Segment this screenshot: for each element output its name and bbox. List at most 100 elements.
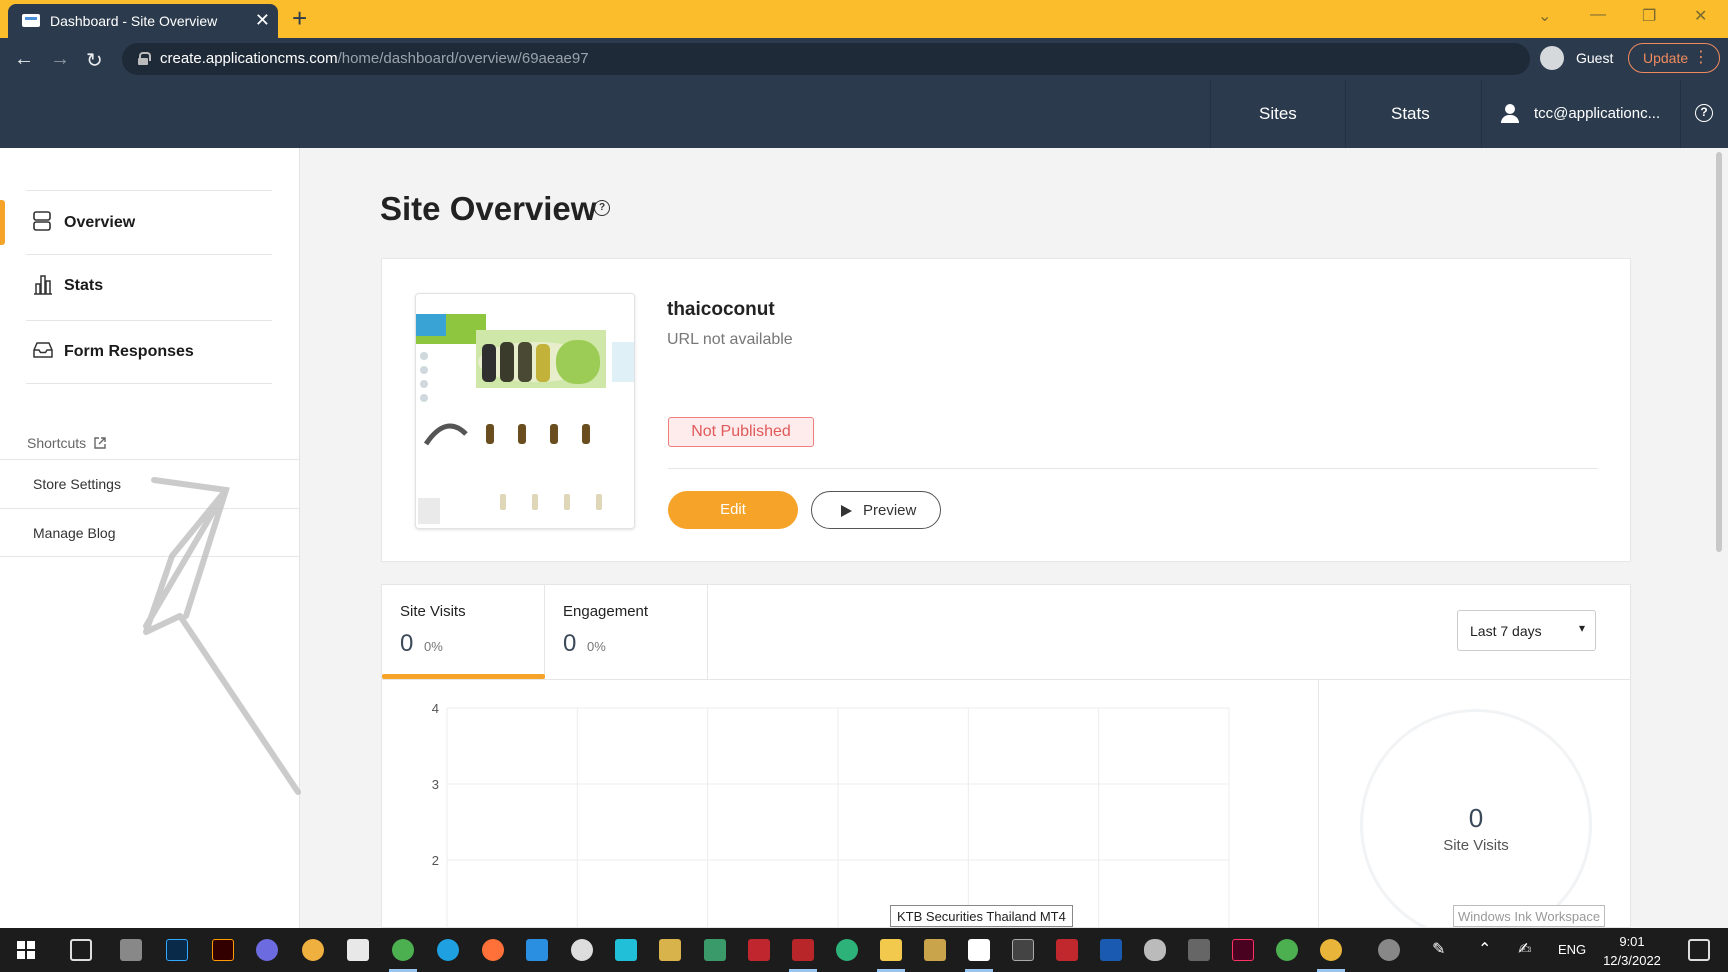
favicon-icon [22, 14, 40, 27]
chrome-icon[interactable] [1276, 939, 1298, 961]
cloud-icon[interactable] [1144, 939, 1166, 961]
firefox-icon[interactable] [482, 939, 504, 961]
sidebar-item-label: Overview [64, 214, 136, 231]
clock-icon[interactable] [571, 939, 593, 961]
restore-icon[interactable]: ❐ [1642, 6, 1656, 26]
app-icon[interactable] [256, 939, 278, 961]
address-bar[interactable]: create.applicationcms.com/home/dashboard… [122, 43, 1530, 75]
minimize-icon[interactable]: — [1590, 6, 1606, 24]
nav-stats[interactable]: Stats [1345, 80, 1481, 148]
edit-button[interactable]: Edit [668, 491, 798, 529]
forward-icon[interactable]: → [50, 48, 70, 71]
mail-icon[interactable] [347, 939, 369, 961]
y-tick-label: 3 [432, 777, 439, 792]
stat-label: Engagement [563, 603, 649, 620]
edge-icon[interactable] [437, 939, 459, 961]
shortcut-label: Manage Blog [33, 525, 116, 541]
app-icon[interactable] [924, 939, 946, 961]
chevron-up-icon[interactable]: ⌃ [1478, 939, 1500, 961]
site-thumbnail[interactable] [415, 293, 635, 529]
preview-button[interactable]: Preview [811, 491, 941, 529]
avatar-icon [1540, 46, 1564, 70]
vscode-icon[interactable] [526, 939, 548, 961]
app-icon[interactable] [615, 939, 637, 961]
network-icon[interactable] [1188, 939, 1210, 961]
browser-tab[interactable]: Dashboard - Site Overview ✕ [8, 4, 278, 38]
scrollbar[interactable] [1716, 152, 1722, 552]
play-icon [841, 505, 852, 517]
photoshop-icon[interactable] [166, 939, 188, 961]
illustrator-icon[interactable] [212, 939, 234, 961]
office-icon[interactable] [748, 939, 770, 961]
pen-icon[interactable]: ✎ [1432, 939, 1454, 961]
site-url: URL not available [667, 331, 793, 348]
chrome-icon[interactable] [392, 939, 414, 961]
clock[interactable]: 9:01 12/3/2022 [1600, 932, 1664, 970]
app-icon[interactable] [704, 939, 726, 961]
overview-icon [33, 211, 51, 231]
indesign-icon[interactable] [1232, 939, 1254, 961]
clock-time: 9:01 [1619, 934, 1645, 949]
chrome-icon[interactable] [1320, 939, 1342, 961]
tab-site-visits[interactable]: Site Visits 0 0% [382, 585, 545, 679]
ktb-icon[interactable] [968, 939, 990, 961]
user-menu[interactable]: tcc@applicationc... [1481, 80, 1680, 148]
ink-workspace-icon[interactable]: ✍ [1518, 939, 1540, 961]
people-icon[interactable] [1378, 939, 1400, 961]
divider [26, 254, 272, 255]
site-preview-image [416, 294, 634, 528]
shortcuts-heading: Shortcuts [27, 435, 107, 451]
active-indicator [0, 200, 5, 245]
stat-percent: 0% [587, 639, 606, 654]
external-link-icon [94, 437, 106, 449]
site-card: thaicoconut URL not available Not Publis… [381, 258, 1631, 562]
app-header: Sites Stats tcc@applicationc... ? [0, 80, 1728, 148]
tab-engagement[interactable]: Engagement 0 0% [545, 585, 708, 679]
app-icon[interactable] [836, 939, 858, 961]
app-icon[interactable] [1012, 939, 1034, 961]
window-close-icon[interactable]: ✕ [1694, 6, 1707, 26]
update-button[interactable]: Update ⋮ [1628, 43, 1720, 73]
donut-label: Site Visits [1443, 837, 1509, 854]
nav-stats-label: Stats [1391, 104, 1430, 123]
sidebar-item-stats[interactable]: Stats [26, 265, 272, 305]
url-host: create.applicationcms.com [160, 50, 338, 67]
app-icon[interactable] [659, 939, 681, 961]
date-range-select[interactable]: Last 7 days ▾ [1457, 610, 1596, 651]
file-explorer-icon[interactable] [880, 939, 902, 961]
user-icon [1500, 104, 1520, 124]
reload-icon[interactable]: ↻ [86, 48, 103, 73]
nav-sites[interactable]: Sites [1210, 80, 1345, 148]
stat-label: Site Visits [400, 603, 466, 620]
sidebar-item-form-responses[interactable]: Form Responses [26, 331, 272, 371]
lock-icon[interactable] [138, 52, 151, 65]
help-button[interactable]: ? [1680, 80, 1728, 148]
app-icon[interactable] [1056, 939, 1078, 961]
new-tab-icon[interactable]: + [292, 4, 307, 32]
language-indicator[interactable]: ENG [1558, 942, 1586, 957]
ruler-icon[interactable] [120, 939, 142, 961]
stat-value: 0 [400, 630, 414, 657]
help-icon[interactable]: ? [594, 200, 610, 216]
sidebar-item-overview[interactable]: Overview [26, 202, 272, 242]
back-icon[interactable]: ← [14, 48, 34, 71]
task-view-icon[interactable] [70, 939, 92, 961]
site-name: thaicoconut [667, 299, 775, 320]
clock-date: 12/3/2022 [1603, 953, 1661, 968]
nav-sites-label: Sites [1259, 104, 1297, 123]
close-tab-icon[interactable]: ✕ [255, 10, 270, 31]
bar-chart-icon [34, 275, 52, 295]
sidebar: Overview Stats Form Responses Shortcuts … [0, 148, 301, 928]
tab-search-icon[interactable]: ⌄ [1538, 6, 1551, 26]
user-email: tcc@applicationc... [1534, 105, 1661, 122]
app-icon[interactable] [1100, 939, 1122, 961]
profile-label: Guest [1576, 50, 1614, 66]
app-icon[interactable] [302, 939, 324, 961]
y-tick-label: 2 [432, 853, 439, 868]
donut-value: 0 [1468, 803, 1484, 833]
filezilla-icon[interactable] [792, 939, 814, 961]
divider [1318, 680, 1319, 927]
windows-start-icon[interactable] [17, 941, 35, 959]
stat-percent: 0% [424, 639, 443, 654]
notification-icon[interactable] [1688, 939, 1710, 961]
